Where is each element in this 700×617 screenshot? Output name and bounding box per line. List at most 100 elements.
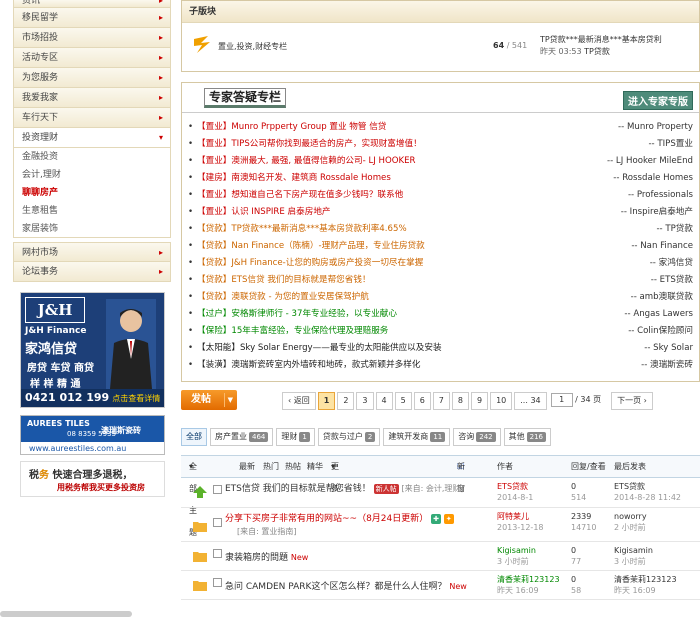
expert-author[interactable]: -- Angas Lawers — [624, 306, 693, 323]
expert-author[interactable]: -- 家鸿信贷 — [650, 255, 693, 272]
nav-item-events[interactable]: 活动专区 ▸ — [13, 48, 171, 68]
sub-forum-link[interactable]: 置业,投资,财经专栏 — [218, 41, 287, 52]
expert-author[interactable]: -- Professionals — [628, 187, 693, 204]
nav-item-home[interactable]: 我爱我家 ▸ — [13, 88, 171, 108]
last-author-link[interactable]: 清香茉莉123123 — [614, 575, 677, 584]
nav-item-services[interactable]: 为您服务 ▸ — [13, 68, 171, 88]
nav-item-forum-affairs[interactable]: 论坛事务 ▸ — [13, 262, 171, 282]
expert-link[interactable]: 【贷款】TP贷款***最新消息***基本房贷款利率4.65% — [197, 221, 407, 238]
expert-author[interactable]: -- TP贷款 — [656, 221, 693, 238]
thread-link[interactable]: 急问 CAMDEN PARK这个区怎么样？都是什么人住啊？ — [225, 582, 446, 592]
last-post-author[interactable]: TP贷款 — [584, 47, 610, 56]
filter-hot[interactable]: 热门 — [263, 456, 279, 478]
last-author-link[interactable]: Kigisamin — [614, 546, 653, 555]
expert-link[interactable]: 【置业】TIPS公司帮你找到最适合的房产，实现财富增值！ — [197, 136, 422, 153]
nav-item-immigration[interactable]: 移民留学 ▸ — [13, 8, 171, 28]
expert-link[interactable]: 【贷款】J&H Finance-让您的购房或房产投资一切尽在掌握 — [197, 255, 423, 272]
row-checkbox[interactable] — [213, 549, 222, 558]
page-link[interactable]: 7 — [432, 392, 450, 410]
sub-item-finance[interactable]: 金融投资 — [13, 148, 171, 166]
expert-author[interactable]: -- Munro Property — [618, 119, 693, 136]
row-checkbox[interactable] — [213, 518, 222, 527]
page-link[interactable]: 8 — [451, 392, 469, 410]
expert-link[interactable]: 【太阳能】Sky Solar Energy——最专业的太阳能供应以及安装 — [197, 340, 442, 357]
expert-link[interactable]: 【贷款】ETS信贷 我们的目标就是帮您省钱！ — [197, 272, 371, 289]
nav-item-cars[interactable]: 车行天下 ▸ — [13, 108, 171, 128]
expert-author[interactable]: -- Rossdale Homes — [613, 170, 693, 187]
sub-item-accounting[interactable]: 会计,理财 — [13, 166, 171, 184]
expert-author[interactable]: -- ETS贷款 — [651, 272, 693, 289]
page-link[interactable]: 5 — [394, 392, 412, 410]
page-link[interactable]: ... 34 — [514, 392, 547, 410]
expert-author[interactable]: -- Sky Solar — [644, 340, 693, 357]
row-checkbox[interactable] — [213, 578, 222, 587]
page-link[interactable]: 4 — [375, 392, 393, 410]
tab-category[interactable]: 建筑开发商 11 — [383, 428, 451, 446]
ad-cta[interactable]: 点击查看详情 — [112, 394, 160, 403]
page-link[interactable]: 3 — [356, 392, 374, 410]
nav-item-investment[interactable]: 投资理财 ▾ — [13, 128, 171, 148]
page-link[interactable]: 9 — [470, 392, 489, 410]
author-link[interactable]: 阿特莱儿 — [497, 512, 529, 521]
expert-author[interactable]: -- amb澳联贷款 — [631, 289, 693, 306]
filter-more[interactable]: 更多 ▾ — [331, 456, 339, 493]
expert-author[interactable]: -- LJ Hooker MileEnd — [607, 153, 693, 170]
author-link[interactable]: Kigisamin — [497, 546, 536, 555]
page-input[interactable]: 1 — [550, 392, 573, 407]
expert-link[interactable]: 【过户】安格斯律师行 - 37年专业经验，以专业献心 — [197, 306, 397, 323]
expert-author[interactable]: -- TIPS置业 — [648, 136, 693, 153]
ad-aurees-tiles[interactable]: AUREES TILES 澳瑞斯瓷砖 08 8359 5933 www.aure… — [20, 415, 165, 455]
expert-author[interactable]: -- Colin保险顾问 — [628, 323, 693, 340]
page-link[interactable]: 1 — [317, 392, 336, 410]
expert-link[interactable]: 【装潢】澳瑞斯瓷砖室内外墙砖和地砖，款式新颖并多样化 — [197, 357, 420, 374]
new-post-button[interactable]: 发帖 ▼ — [181, 390, 237, 410]
author-link[interactable]: ETS贷款 — [497, 482, 528, 491]
pager-back[interactable]: ‹ 返回 — [282, 392, 316, 410]
tab-category[interactable]: 其他 216 — [503, 428, 551, 446]
pager-next[interactable]: 下一页 › — [611, 392, 653, 410]
tab-category[interactable]: 咨询 242 — [453, 428, 501, 446]
tab-category[interactable]: 贷款与过户 2 — [317, 428, 381, 446]
expert-link[interactable]: 【置业】Munro Prpperty Group 置业 物管 信贷 — [197, 119, 386, 136]
expert-link[interactable]: 【置业】澳洲最大, 最强, 最值得信赖的公司- LJ HOOKER — [197, 153, 416, 170]
tab-category[interactable]: 理财 1 — [276, 428, 315, 446]
enter-expert-button[interactable]: 进入专家专版 — [623, 91, 693, 110]
page-link[interactable]: 6 — [413, 392, 431, 410]
last-post-link[interactable]: TP贷款***最新消息***基本房贷利 — [540, 35, 662, 44]
thread-link[interactable]: 分享下买房子非常有用的网站~~（8月24日更新） — [225, 514, 428, 524]
nav-item-market-bid[interactable]: 市场招投 ▸ — [13, 28, 171, 48]
expert-link[interactable]: 【置业】想知道自己名下房产现在值多少钱吗？联系他 — [197, 187, 403, 204]
expert-author[interactable]: -- Nan Finance — [631, 238, 693, 255]
filter-heat[interactable]: 热帖 — [285, 456, 301, 478]
horizontal-scrollbar[interactable] — [0, 611, 132, 617]
filter-latest[interactable]: 最新 — [239, 456, 255, 478]
filter-all[interactable]: 全部主题 ▾ — [189, 456, 197, 537]
sub-item-decor[interactable]: 家居装饰 — [13, 220, 171, 238]
ad-jh-finance[interactable]: J&H J&H Finance 家鸿信贷 房贷 车贷 商贷 样 样 精 通 04… — [20, 292, 165, 408]
thread-link[interactable]: ETS信贷 我们的目标就是帮您省钱！ — [225, 484, 371, 494]
expert-author[interactable]: -- 澳瑞斯瓷砖 — [641, 357, 693, 374]
tab-category[interactable]: 全部 — [181, 428, 207, 446]
caret-down-icon[interactable]: ▼ — [228, 390, 233, 410]
page-link[interactable]: 10 — [490, 392, 513, 410]
expert-link[interactable]: 【贷款】Nan Finance（陈楠）-理财产品理，专业住房贷款 — [197, 238, 425, 255]
expert-link[interactable]: 【贷款】澳联贷款 - 为您的置业安居保驾护航 — [197, 289, 369, 306]
nav-item-news[interactable]: 资讯 ▸ — [13, 0, 171, 8]
expert-link[interactable]: 【置业】认识 INSPIRE 启泰房地产 — [197, 204, 331, 221]
filter-digest[interactable]: 精华 — [307, 456, 323, 478]
expert-link[interactable]: 【保险】15年丰富经验，专业保险代理及理赔服务 — [197, 323, 388, 340]
last-author-link[interactable]: noworry — [614, 512, 647, 521]
row-checkbox[interactable] — [213, 485, 222, 494]
sub-item-business[interactable]: 生意租售 — [13, 202, 171, 220]
ad-tax-service[interactable]: 税务 快速合理多退税， 用税务帮我买更多投资房 — [20, 461, 165, 497]
last-author-link[interactable]: ETS贷款 — [614, 482, 645, 491]
tab-category[interactable]: 房产置业 464 — [210, 428, 274, 446]
expert-author[interactable]: -- Inspire启泰地产 — [621, 204, 693, 221]
thread-link[interactable]: 隶装箱房的問題 — [225, 553, 288, 563]
sub-item-property[interactable]: 聊聊房产 — [13, 184, 171, 202]
author-link[interactable]: 清香茉莉123123 — [497, 575, 560, 584]
expert-link[interactable]: 【建房】南澳知名开发、建筑商 Rossdale Homes — [197, 170, 391, 187]
nav-item-village-market[interactable]: 网村市场 ▸ — [13, 242, 171, 262]
page-link[interactable]: 2 — [337, 392, 355, 410]
post-label: 发帖 — [191, 394, 211, 405]
